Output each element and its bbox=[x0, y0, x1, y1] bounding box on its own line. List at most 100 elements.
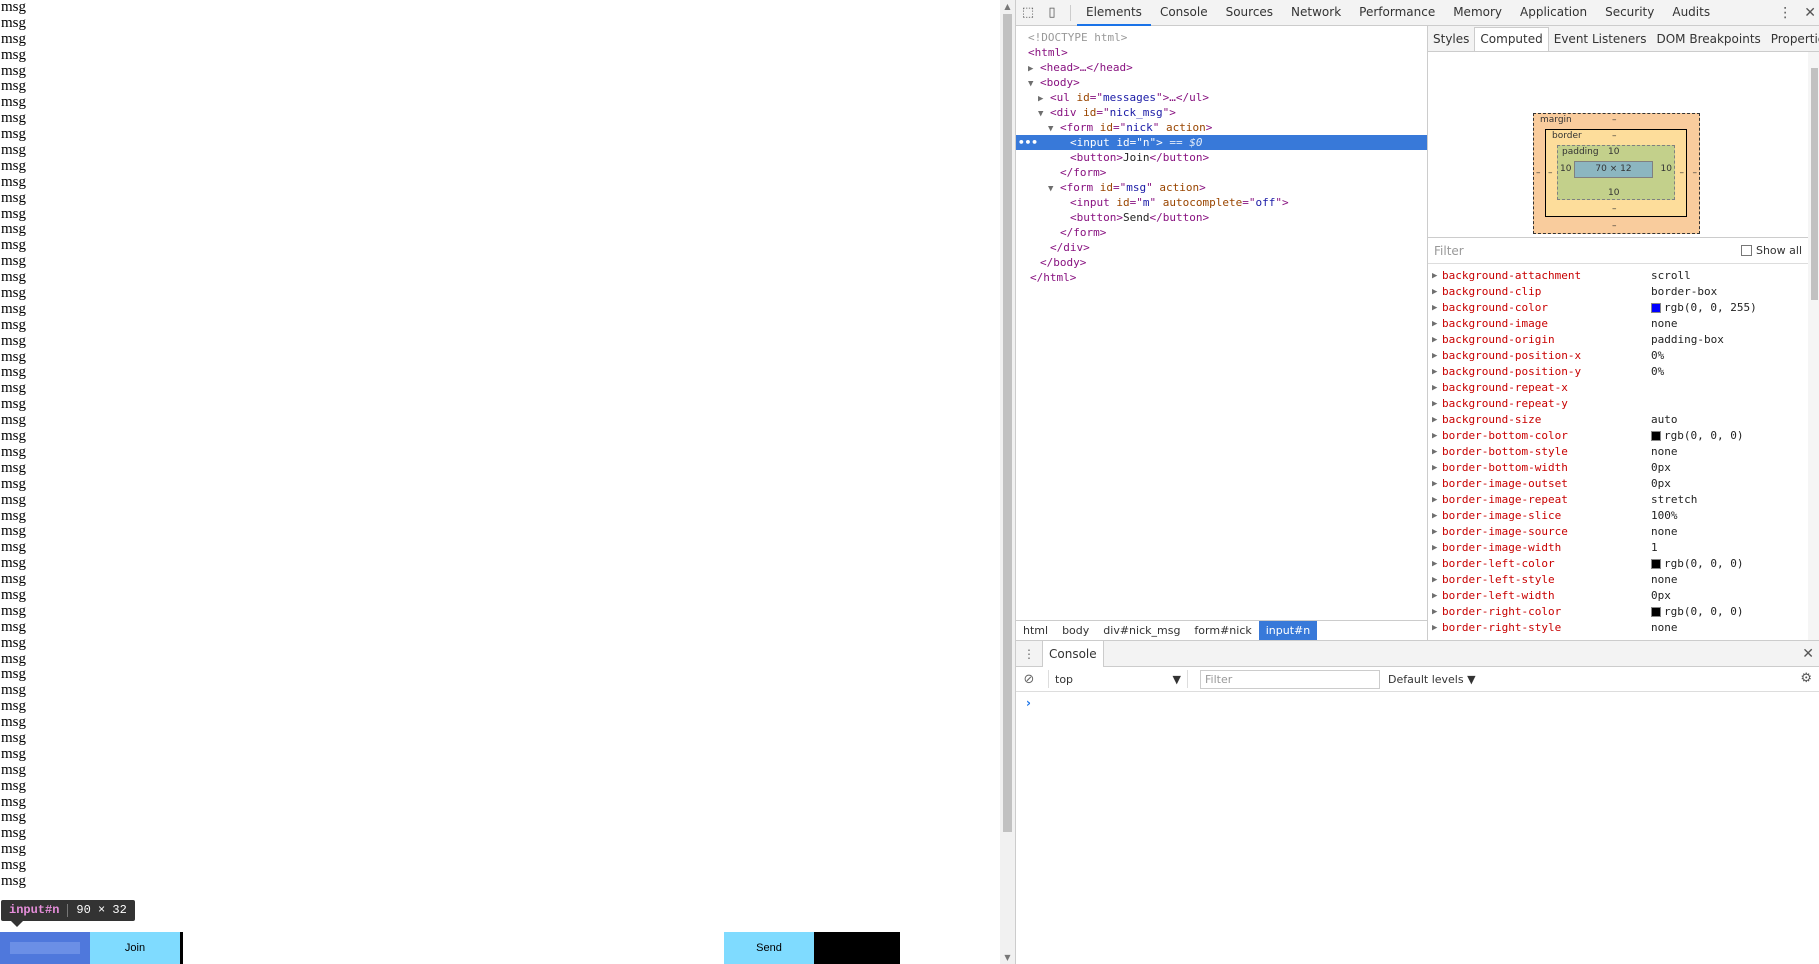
box-model-margin[interactable]: margin – – – – border – – – – padding 10… bbox=[1533, 113, 1700, 234]
sidebar-tab-styles[interactable]: Styles bbox=[1428, 26, 1474, 52]
tab-security[interactable]: Security bbox=[1596, 0, 1663, 26]
tab-application[interactable]: Application bbox=[1511, 0, 1596, 26]
tab-elements[interactable]: Elements bbox=[1077, 0, 1151, 26]
computed-property-row[interactable]: ▶ border-image-slice 100% bbox=[1428, 508, 1808, 524]
expand-arrow-icon[interactable]: ▶ bbox=[1428, 332, 1442, 348]
expand-arrow-icon[interactable]: ▶ bbox=[1428, 476, 1442, 492]
dom-node-div-close[interactable]: </div> bbox=[1016, 240, 1427, 255]
scroll-down-icon[interactable]: ▼ bbox=[1003, 953, 1012, 962]
color-swatch[interactable] bbox=[1651, 303, 1661, 313]
breadcrumb-item[interactable]: div#nick_msg bbox=[1096, 621, 1187, 641]
padding-top-value[interactable]: 10 bbox=[1608, 147, 1619, 157]
send-button[interactable]: Send bbox=[724, 932, 814, 964]
computed-property-row[interactable]: ▶ background-position-y 0% bbox=[1428, 364, 1808, 380]
computed-property-row[interactable]: ▶ background-repeat-x bbox=[1428, 380, 1808, 396]
border-left-value[interactable]: – bbox=[1548, 168, 1553, 178]
dom-node-form-msg[interactable]: ▼ <form id="msg" action> bbox=[1016, 180, 1427, 195]
breadcrumb-item[interactable]: html bbox=[1016, 621, 1055, 641]
computed-property-row[interactable]: ▶ border-bottom-color rgb(0, 0, 0) bbox=[1428, 428, 1808, 444]
tab-console[interactable]: Console bbox=[1151, 0, 1217, 26]
color-swatch[interactable] bbox=[1651, 431, 1661, 441]
device-toolbar-icon[interactable]: ▯ bbox=[1040, 0, 1064, 26]
expand-arrow-icon[interactable]: ▶ bbox=[1428, 380, 1442, 396]
computed-property-row[interactable]: ▶ border-image-repeat stretch bbox=[1428, 492, 1808, 508]
dom-node-html-close[interactable]: </html> bbox=[1016, 270, 1427, 285]
computed-property-row[interactable]: ▶ border-bottom-width 0px bbox=[1428, 460, 1808, 476]
computed-property-row[interactable]: ▶ border-right-color rgb(0, 0, 0) bbox=[1428, 604, 1808, 620]
sidebar-scrollbar-thumb[interactable] bbox=[1811, 68, 1818, 300]
dom-node-form-close[interactable]: </form> bbox=[1016, 165, 1427, 180]
expand-arrow-icon[interactable]: ▶ bbox=[1428, 364, 1442, 380]
expand-arrow-icon[interactable]: ▶ bbox=[1428, 396, 1442, 412]
computed-property-row[interactable]: ▶ border-left-width 0px bbox=[1428, 588, 1808, 604]
dom-node-button-join[interactable]: <button>Join</button> bbox=[1016, 150, 1427, 165]
page-scrollbar[interactable]: ▲ ▼ bbox=[1000, 0, 1015, 964]
show-all-checkbox[interactable] bbox=[1740, 245, 1752, 256]
expand-arrow-icon[interactable]: ▶ bbox=[1428, 268, 1442, 284]
tab-network[interactable]: Network bbox=[1282, 0, 1350, 26]
dom-node-button-send[interactable]: <button>Send</button> bbox=[1016, 210, 1427, 225]
close-drawer-icon[interactable]: ✕ bbox=[1802, 641, 1814, 667]
computed-filter-input[interactable]: Filter bbox=[1434, 244, 1464, 258]
expand-arrow-icon[interactable]: ▶ bbox=[1428, 556, 1442, 572]
sidebar-tab-event-listeners[interactable]: Event Listeners bbox=[1549, 26, 1652, 52]
expand-arrow-icon[interactable]: ▶ bbox=[1428, 604, 1442, 620]
expand-arrow-icon[interactable]: ▶ bbox=[1428, 572, 1442, 588]
console-prompt[interactable]: › bbox=[1016, 692, 1819, 714]
dom-node-doctype[interactable]: <!DOCTYPE html> bbox=[1016, 30, 1427, 45]
dom-node-input-n-selected[interactable]: ••• <input id="n"> == $0 bbox=[1016, 135, 1427, 150]
computed-property-row[interactable]: ▶ background-origin padding-box bbox=[1428, 332, 1808, 348]
tab-sources[interactable]: Sources bbox=[1217, 0, 1282, 26]
close-devtools-icon[interactable]: ✕ bbox=[1804, 5, 1816, 21]
expand-arrow-icon[interactable]: ▶ bbox=[1428, 444, 1442, 460]
dom-node-div-nick-msg[interactable]: ▼ <div id="nick_msg"> bbox=[1016, 105, 1427, 120]
dom-node-head[interactable]: ▶ <head>…</head> bbox=[1016, 60, 1427, 75]
expand-arrow-icon[interactable]: ▶ bbox=[1428, 348, 1442, 364]
computed-property-row[interactable]: ▶ border-image-source none bbox=[1428, 524, 1808, 540]
join-button[interactable]: Join bbox=[90, 932, 180, 964]
sidebar-tab-computed[interactable]: Computed bbox=[1474, 26, 1549, 51]
padding-right-value[interactable]: 10 bbox=[1661, 164, 1672, 174]
dom-node-ul-messages[interactable]: ▶ <ul id="messages">…</ul> bbox=[1016, 90, 1427, 105]
padding-left-value[interactable]: 10 bbox=[1560, 164, 1571, 174]
margin-right-value[interactable]: – bbox=[1693, 168, 1698, 178]
inspect-element-icon[interactable]: ⬚ bbox=[1016, 0, 1040, 26]
node-actions-icon[interactable]: ••• bbox=[1018, 135, 1038, 150]
more-options-icon[interactable]: ⋮ bbox=[1778, 5, 1792, 21]
computed-property-row[interactable]: ▶ background-clip border-box bbox=[1428, 284, 1808, 300]
console-filter-input[interactable]: Filter bbox=[1200, 669, 1380, 689]
clear-console-icon[interactable]: ⊘ bbox=[1016, 672, 1042, 687]
breadcrumb-item[interactable]: form#nick bbox=[1187, 621, 1258, 641]
console-settings-gear-icon[interactable]: ⚙ bbox=[1800, 671, 1812, 686]
scrollbar-thumb[interactable] bbox=[1003, 14, 1012, 832]
breadcrumb-item[interactable]: input#n bbox=[1258, 620, 1318, 641]
dom-node-body[interactable]: ▼ <body> bbox=[1016, 75, 1427, 90]
expand-arrow-icon[interactable]: ▶ bbox=[1428, 524, 1442, 540]
expand-arrow-icon[interactable]: ▶ bbox=[1428, 620, 1442, 636]
expand-arrow-icon[interactable]: ▶ bbox=[1428, 428, 1442, 444]
sidebar-scrollbar[interactable] bbox=[1808, 52, 1819, 640]
computed-property-row[interactable]: ▶ border-bottom-style none bbox=[1428, 444, 1808, 460]
expand-arrow-icon[interactable]: ▶ bbox=[1428, 284, 1442, 300]
box-model-padding[interactable]: padding 10 10 10 10 70 × 12 bbox=[1557, 145, 1675, 200]
computed-property-row[interactable]: ▶ border-left-color rgb(0, 0, 0) bbox=[1428, 556, 1808, 572]
tab-performance[interactable]: Performance bbox=[1350, 0, 1444, 26]
tab-audits[interactable]: Audits bbox=[1663, 0, 1719, 26]
drawer-menu-icon[interactable]: ⋮ bbox=[1016, 647, 1042, 661]
expand-arrow-icon[interactable]: ▶ bbox=[1428, 508, 1442, 524]
expand-arrow-icon[interactable]: ▶ bbox=[1428, 300, 1442, 316]
breadcrumb-item[interactable]: body bbox=[1055, 621, 1096, 641]
dom-node-form-msg-close[interactable]: </form> bbox=[1016, 225, 1427, 240]
border-bottom-value[interactable]: – bbox=[1612, 204, 1617, 214]
expand-arrow-icon[interactable]: ▶ bbox=[1428, 492, 1442, 508]
computed-property-row[interactable]: ▶ background-size auto bbox=[1428, 412, 1808, 428]
log-levels-dropdown[interactable]: Default levels ▼ bbox=[1388, 673, 1476, 686]
computed-property-row[interactable]: ▶ background-position-x 0% bbox=[1428, 348, 1808, 364]
computed-property-row[interactable]: ▶ background-image none bbox=[1428, 316, 1808, 332]
expand-arrow-icon[interactable]: ▶ bbox=[1428, 316, 1442, 332]
dom-node-form-nick[interactable]: ▼ <form id="nick" action> bbox=[1016, 120, 1427, 135]
dom-node-body-close[interactable]: </body> bbox=[1016, 255, 1427, 270]
computed-property-row[interactable]: ▶ background-repeat-y bbox=[1428, 396, 1808, 412]
expand-arrow-icon[interactable]: ▶ bbox=[1428, 412, 1442, 428]
tab-memory[interactable]: Memory bbox=[1444, 0, 1511, 26]
